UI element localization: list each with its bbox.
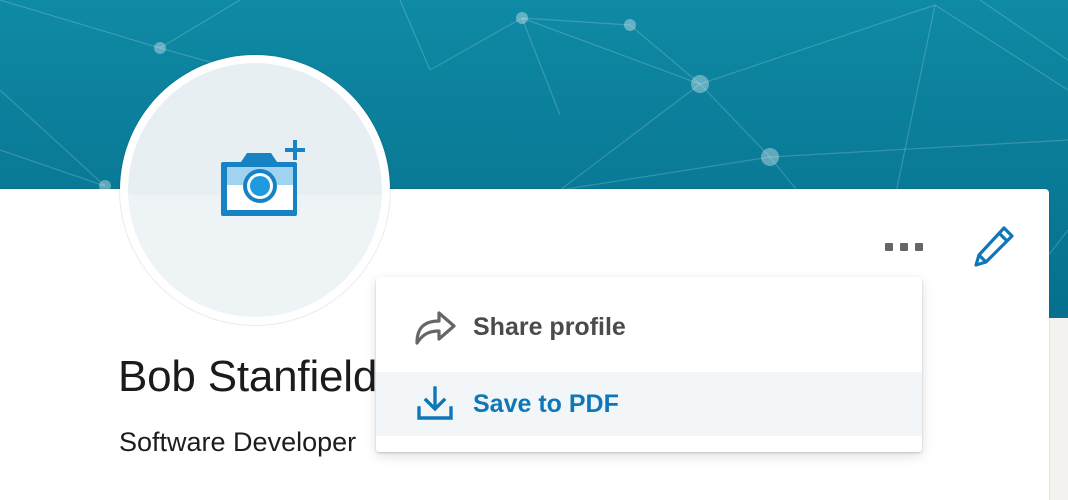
menu-item-label: Save to PDF — [473, 389, 619, 418]
more-actions-menu: Share profile Save to PDF — [376, 277, 922, 452]
camera-add-icon — [221, 140, 305, 216]
menu-item-label: Share profile — [473, 312, 626, 341]
edit-profile-button[interactable] — [968, 222, 1018, 272]
profile-name: Bob Stanfield — [118, 352, 378, 401]
share-arrow-icon — [410, 307, 460, 347]
menu-item-share-profile[interactable]: Share profile — [376, 295, 922, 359]
more-actions-button[interactable] — [872, 235, 936, 259]
more-dot — [915, 243, 923, 251]
menu-item-save-to-pdf[interactable]: Save to PDF — [376, 372, 922, 436]
profile-headline: Software Developer — [119, 427, 357, 457]
add-photo-button[interactable] — [128, 63, 382, 317]
profile-page: Bob Stanfield Software Developer Share p… — [0, 0, 1068, 500]
pencil-icon — [974, 226, 1014, 267]
more-horizontal-icon — [885, 243, 893, 251]
more-dot — [900, 243, 908, 251]
download-icon — [410, 384, 460, 424]
profile-photo — [120, 55, 390, 325]
